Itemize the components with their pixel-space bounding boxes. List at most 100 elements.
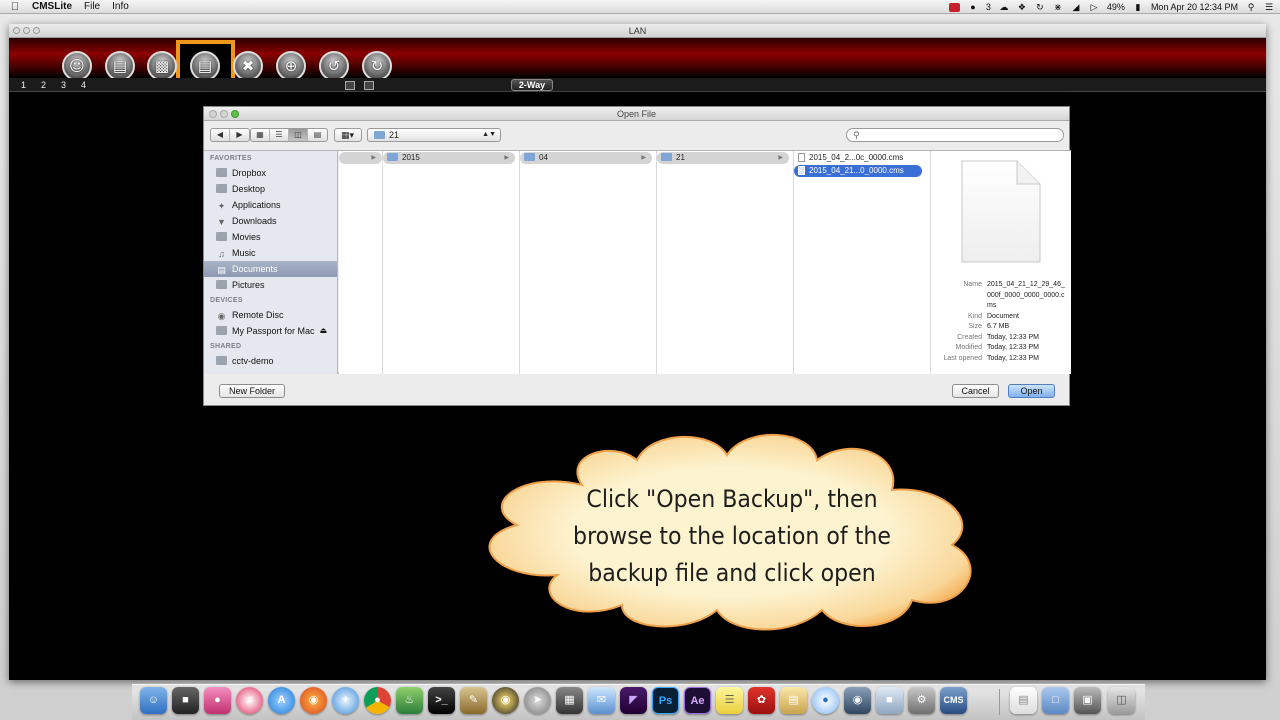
zoom-icon[interactable] [231,110,239,118]
sidebar-item-dropbox[interactable]: Dropbox [204,165,337,181]
volume-icon[interactable]: ▷ [1089,2,1099,12]
menu-info[interactable]: Info [112,1,129,12]
folder-icon[interactable]: □ [1042,687,1069,714]
backup-icon[interactable]: ▤ [190,51,220,81]
close-icon[interactable] [209,110,217,118]
column-selection[interactable]: ▶ [339,152,382,164]
photo-booth-icon[interactable]: ● [204,687,231,714]
server-icon[interactable]: ▤ [105,51,135,81]
after-effects-icon[interactable]: Ae [684,687,711,714]
finder-icon[interactable]: ☺ [140,687,167,714]
film-icon[interactable]: ▩ [147,51,177,81]
location-popup[interactable]: 21 ▲▼ [367,128,501,142]
person-icon[interactable]: ☺ [62,51,92,81]
zoom-icon[interactable] [33,27,40,34]
sidebar-item-movies[interactable]: Movies [204,229,337,245]
single-view-icon[interactable] [345,81,355,90]
wifi-icon[interactable]: ◢ [1071,2,1081,12]
dropbox-icon[interactable]: ❖ [1017,2,1027,12]
record-icon[interactable] [948,2,960,12]
eject-icon[interactable]: ⏏ [319,323,327,339]
channel-4[interactable]: 4 [81,80,86,90]
channel-1[interactable]: 1 [21,80,26,90]
stickies-icon[interactable]: ☰ [716,687,743,714]
sidebar-item-documents[interactable]: ▤ Documents [204,261,337,277]
icon-view-icon[interactable]: ▦ [251,129,270,141]
bluetooth-icon[interactable]: ⋇ [1053,2,1063,12]
bell-icon[interactable]: ● [968,2,978,12]
photoshop-icon[interactable]: Ps [652,687,679,714]
list-item[interactable]: 04 ▶ [520,152,652,164]
list-item[interactable]: 21 ▶ [657,152,789,164]
mail-icon[interactable]: ✉ [588,687,615,714]
photos-icon[interactable]: ■ [876,687,903,714]
channel-2[interactable]: 2 [41,80,46,90]
sidebar-item-applications[interactable]: ✦ Applications [204,197,337,213]
apple-menu-icon[interactable]:  [8,1,22,13]
spotlight-icon[interactable]: ⚲ [1246,2,1256,12]
rocket-icon[interactable]: ➤ [524,687,551,714]
quad-view-icon[interactable] [364,81,374,90]
new-folder-button[interactable]: New Folder [219,384,285,398]
sidebar-item-my-passport[interactable]: My Passport for Mac ⏏ [204,323,337,339]
preview2-icon[interactable]: ▤ [780,687,807,714]
time-machine-icon[interactable]: ↻ [1035,2,1045,12]
battery-icon[interactable]: ▮ [1133,2,1143,12]
minimize-icon[interactable] [220,110,228,118]
arrange-button[interactable]: ▦▾ [334,128,362,142]
refresh-icon[interactable]: ↺ [319,51,349,81]
menu-app-name[interactable]: CMSLite [32,1,72,12]
column-documents[interactable]: ▶ [339,151,383,374]
preview-icon[interactable]: ♨ [396,687,423,714]
list-view-icon[interactable]: ☰ [270,129,289,141]
open-button[interactable]: Open [1008,384,1055,398]
menu-file[interactable]: File [84,1,100,12]
column-21[interactable]: 21 ▶ [657,151,794,374]
cover-flow-icon[interactable]: ▤ [308,129,327,141]
forward-icon[interactable]: ▶ [230,129,249,141]
list-item-selected[interactable]: 2015_04_21...0_0000.cms [794,165,922,177]
tools-icon[interactable]: ✖ [233,51,263,81]
app-store-icon[interactable]: A [268,687,295,714]
column-files[interactable]: 2015_04_2...0c_0000.cms 2015_04_21...0_0… [794,151,931,374]
target-icon[interactable]: ⊕ [276,51,306,81]
keynote-icon[interactable]: ◉ [844,687,871,714]
acrobat-icon[interactable]: ✿ [748,687,775,714]
sidebar-item-remote-disc[interactable]: ◉ Remote Disc [204,307,337,323]
list-item[interactable]: 2015_04_2...0c_0000.cms [794,152,930,164]
trash-icon[interactable]: ◫ [1108,687,1135,714]
cms-icon[interactable]: CMS [940,687,967,714]
clock[interactable]: Mon Apr 20 12:34 PM [1151,2,1238,12]
channel-3[interactable]: 3 [61,80,66,90]
battery-percent[interactable]: 49% [1107,2,1125,12]
search-input[interactable]: ⚲ [846,128,1064,142]
premiere-icon[interactable]: ◤ [620,687,647,714]
sidebar-item-desktop[interactable]: Desktop [204,181,337,197]
sidebar-item-music[interactable]: ♫ Music [204,245,337,261]
document-icon[interactable]: ▤ [1010,687,1037,714]
column-04[interactable]: 04 ▶ [520,151,657,374]
calculator-icon[interactable]: ▦ [556,687,583,714]
column-view-icon[interactable]: ◫ [289,129,308,141]
sidebar-item-downloads[interactable]: ▼ Downloads [204,213,337,229]
two-way-button[interactable]: 2-Way [511,79,553,91]
disc-icon[interactable]: ◉ [492,687,519,714]
close-icon[interactable] [13,27,20,34]
photo-slideshow-icon[interactable]: ■ [172,687,199,714]
messages-icon[interactable]: ● [812,687,839,714]
sidebar-item-cctv-demo[interactable]: cctv-demo [204,353,337,369]
file-stack-icon[interactable]: ▣ [1074,687,1101,714]
terminal-icon[interactable]: >_ [428,687,455,714]
itunes-icon[interactable]: ♫ [236,687,263,714]
minimize-icon[interactable] [23,27,30,34]
chrome-icon[interactable]: ● [364,687,391,714]
cancel-button[interactable]: Cancel [952,384,999,398]
sidebar-item-pictures[interactable]: Pictures [204,277,337,293]
utility-icon[interactable]: ✎ [460,687,487,714]
column-2015[interactable]: 2015 ▶ [383,151,520,374]
safari-icon[interactable]: ✦ [332,687,359,714]
notification-center-icon[interactable]: ☰ [1264,2,1274,12]
system-prefs-icon[interactable]: ⚙ [908,687,935,714]
notification-count[interactable]: 3 [986,2,991,12]
cloud-icon[interactable]: ☁ [999,2,1009,12]
